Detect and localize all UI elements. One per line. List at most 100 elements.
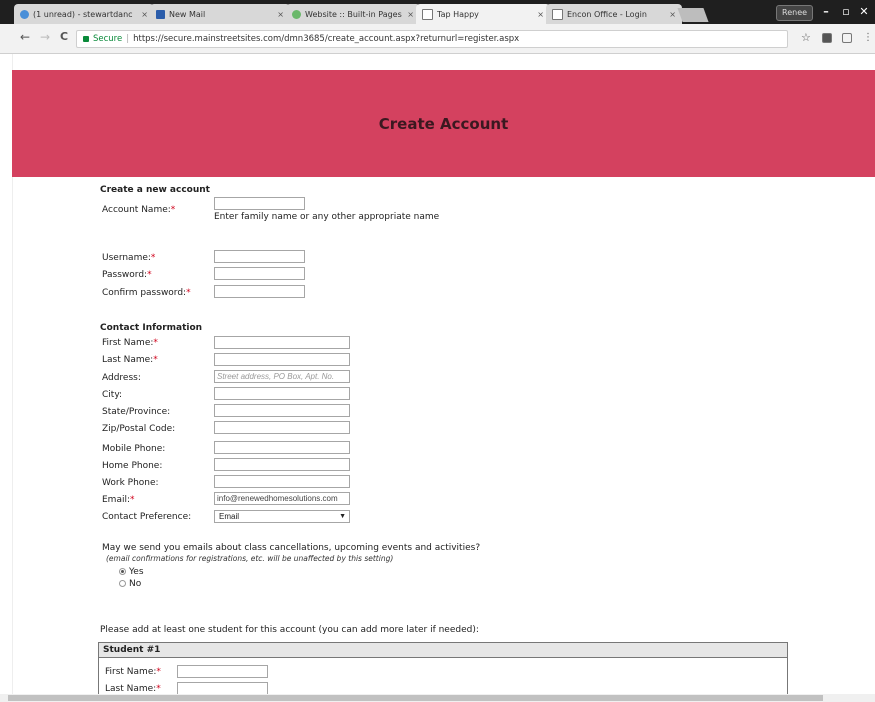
last-name-input[interactable] — [214, 353, 350, 366]
required-mark: * — [147, 270, 152, 280]
url-bar[interactable]: Secure | https://secure.mainstreetsites.… — [76, 30, 788, 48]
account-name-input[interactable] — [214, 197, 305, 210]
student-first-name-label: First Name:* — [105, 667, 161, 677]
address-label: Address: — [102, 373, 141, 383]
back-icon[interactable]: ← — [20, 30, 30, 44]
label-text: Account Name: — [102, 205, 171, 215]
selected-value: Email — [219, 512, 240, 521]
emails-note: (email confirmations for registrations, … — [106, 554, 394, 563]
new-tab-button[interactable] — [677, 8, 709, 22]
zip-input[interactable] — [214, 421, 350, 434]
section-heading-contact: Contact Information — [100, 323, 203, 333]
required-mark: * — [156, 667, 161, 677]
password-input[interactable] — [214, 267, 305, 280]
url-text: https://secure.mainstreetsites.com/dmn36… — [133, 34, 520, 44]
tab-title: New Mail — [169, 9, 206, 19]
forward-icon[interactable]: → — [40, 30, 50, 44]
home-phone-label: Home Phone: — [102, 461, 163, 471]
required-mark: * — [170, 205, 176, 215]
emails-question: May we send you emails about class cance… — [102, 543, 481, 553]
extension-icon[interactable] — [822, 33, 832, 43]
tab-tap-happy[interactable]: Tap Happy × — [416, 4, 550, 24]
student-prompt: Please add at least one student for this… — [100, 625, 479, 635]
page-icon — [422, 8, 433, 20]
tab-title: Website :: Built-in Pages — [305, 9, 402, 19]
page-icon — [552, 8, 563, 20]
page-title: Create Account — [378, 114, 509, 133]
student-header: Student #1 — [99, 643, 787, 658]
account-name-label: Account Name:* — [102, 205, 175, 215]
last-name-label: Last Name:* — [102, 355, 158, 365]
password-label: Password:* — [102, 270, 152, 280]
section-heading-account: Create a new account — [100, 185, 210, 195]
dropdown-arrow-icon: ▼ — [339, 513, 346, 520]
required-mark: * — [153, 355, 158, 365]
label-text: Last Name: — [105, 684, 157, 694]
page-banner: Create Account — [12, 70, 875, 177]
lock-icon — [83, 36, 89, 42]
first-name-label: First Name:* — [102, 338, 158, 348]
city-input[interactable] — [214, 387, 350, 400]
extension-icon[interactable] — [842, 33, 852, 43]
tab-close-icon[interactable]: × — [533, 10, 544, 19]
username-label: Username:* — [102, 253, 155, 263]
city-label: City: — [102, 390, 123, 400]
email-input[interactable]: info@renewedhomesolutions.com — [214, 492, 350, 505]
required-mark: * — [150, 253, 156, 263]
tab-unread-mail[interactable]: (1 unread) - stewartdanc × — [14, 4, 154, 24]
required-mark: * — [156, 684, 161, 694]
state-input[interactable] — [214, 404, 350, 417]
home-phone-input[interactable] — [214, 458, 350, 471]
label-text: Confirm password: — [102, 288, 187, 298]
label-text: Email: — [102, 495, 131, 505]
outlook-icon — [156, 9, 165, 19]
required-mark: * — [130, 495, 135, 505]
account-name-hint: Enter family name or any other appropria… — [214, 212, 440, 222]
tab-close-icon[interactable]: × — [137, 10, 148, 19]
address-toolbar: ← → C Secure | https://secure.mainstreet… — [0, 24, 875, 54]
contact-preference-label: Contact Preference: — [102, 512, 192, 522]
tab-website-pages[interactable]: Website :: Built-in Pages × — [286, 4, 420, 24]
confirm-password-input[interactable] — [214, 285, 305, 298]
tab-close-icon[interactable]: × — [273, 10, 284, 19]
mobile-phone-label: Mobile Phone: — [102, 444, 166, 454]
first-name-input[interactable] — [214, 336, 350, 349]
contact-preference-select[interactable]: Email ▼ — [214, 510, 350, 523]
work-phone-input[interactable] — [214, 475, 350, 488]
student-first-name-input[interactable] — [177, 665, 268, 678]
confirm-password-label: Confirm password:* — [102, 288, 191, 298]
address-input[interactable]: Street address, PO Box, Apt. No. — [214, 370, 350, 383]
work-phone-label: Work Phone: — [102, 478, 159, 488]
no-radio[interactable] — [119, 580, 126, 587]
mobile-phone-input[interactable] — [214, 441, 350, 454]
tab-encon-login[interactable]: Encon Office - Login × — [546, 4, 682, 24]
site-icon — [292, 9, 301, 19]
yes-label: Yes — [129, 567, 144, 577]
email-label: Email:* — [102, 495, 135, 505]
reload-icon[interactable]: C — [60, 30, 68, 43]
browser-tab-bar: (1 unread) - stewartdanc × New Mail × We… — [0, 0, 875, 24]
secure-label: Secure — [93, 34, 123, 44]
mail-icon — [20, 9, 29, 19]
tab-close-icon[interactable]: × — [403, 10, 414, 19]
bookmark-star-icon[interactable]: ☆ — [801, 31, 811, 44]
scrollbar-thumb[interactable] — [8, 695, 823, 701]
label-text: First Name: — [102, 338, 154, 348]
label-text: First Name: — [105, 667, 157, 677]
state-label: State/Province: — [102, 407, 171, 417]
tab-title: Encon Office - Login — [567, 9, 647, 19]
tab-close-icon[interactable]: × — [665, 10, 676, 19]
label-text: Password: — [102, 270, 148, 280]
required-mark: * — [153, 338, 158, 348]
required-mark: * — [186, 288, 191, 298]
label-text: Last Name: — [102, 355, 154, 365]
browser-menu-icon[interactable]: ⋮ — [863, 32, 873, 43]
tab-new-mail[interactable]: New Mail × — [150, 4, 290, 24]
zip-label: Zip/Postal Code: — [102, 424, 176, 434]
close-window-button[interactable]: ✕ — [852, 3, 875, 21]
yes-radio[interactable] — [119, 568, 126, 575]
username-input[interactable] — [214, 250, 305, 263]
horizontal-scrollbar[interactable] — [0, 694, 875, 702]
tab-title: Tap Happy — [437, 9, 479, 19]
profile-button[interactable]: Renee — [776, 5, 814, 21]
